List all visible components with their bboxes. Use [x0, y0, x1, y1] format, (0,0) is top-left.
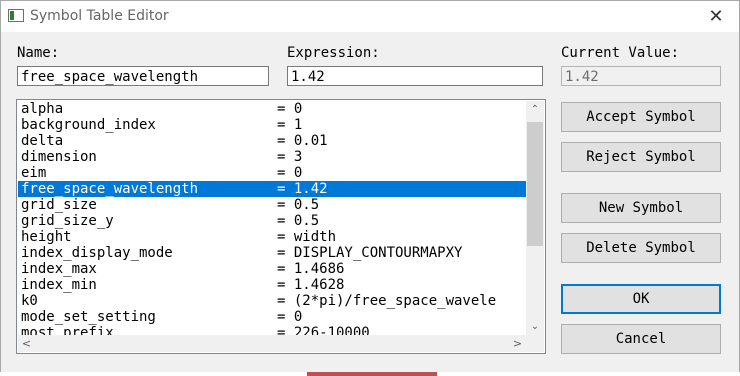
taskbar-indicator [307, 372, 437, 376]
cancel-button[interactable]: Cancel [561, 324, 721, 354]
symbol-row[interactable]: free_space_wavelength = 1.42 [18, 181, 526, 197]
name-label: Name: [17, 45, 60, 61]
symbol-value: = 0.5 [277, 197, 320, 213]
symbol-name: delta [21, 133, 64, 149]
scroll-up-icon[interactable]: ⌃ [526, 101, 544, 118]
symbol-name: dimension [21, 149, 97, 165]
expression-label: Expression: [287, 45, 380, 61]
current-value-field: 1.42 [561, 66, 721, 86]
scrollbar-corner [526, 335, 544, 352]
symbol-name: free_space_wavelength [21, 181, 199, 197]
new-symbol-button[interactable]: New Symbol [561, 193, 721, 223]
ok-button[interactable]: OK [561, 284, 721, 314]
scroll-left-icon[interactable]: < [18, 335, 35, 352]
symbol-name: eim [21, 165, 47, 181]
symbol-list[interactable]: alpha = 0 background_index = 1 delta = 0.01 di… [16, 99, 546, 354]
app-window-icon [8, 9, 24, 22]
symbol-value: = 0 [277, 165, 303, 181]
current-value-label: Current Value: [561, 45, 680, 61]
symbol-value: = 1.4628 [277, 277, 345, 293]
name-field[interactable]: free_space_wavelength [17, 66, 269, 86]
symbol-row[interactable]: index_min = 1.4628 [18, 277, 526, 293]
scroll-right-icon[interactable]: > [509, 335, 526, 352]
vertical-scrollbar[interactable]: ⌃ ⌄ [526, 101, 544, 335]
symbol-row[interactable]: index_display_mode = DISPLAY_CONTOURMAPXY [18, 245, 526, 261]
reject-symbol-button[interactable]: Reject Symbol [561, 142, 721, 172]
symbol-row[interactable]: grid_size_y = 0.5 [18, 213, 526, 229]
symbol-name: grid_size [21, 197, 97, 213]
symbol-row[interactable]: dimension = 3 [18, 149, 526, 165]
symbol-value: = width [277, 229, 337, 245]
symbol-list-rows: alpha = 0 background_index = 1 delta = 0.01 di… [18, 101, 526, 335]
symbol-name: index_max [21, 261, 97, 277]
symbol-name: grid_size_y [21, 213, 114, 229]
symbol-name: most_prefix [21, 325, 114, 335]
symbol-value: = 0 [277, 101, 303, 117]
symbol-row[interactable]: eim = 0 [18, 165, 526, 181]
horizontal-scrollbar[interactable]: < > [18, 335, 526, 352]
symbol-row[interactable]: alpha = 0 [18, 101, 526, 117]
symbol-name: alpha [21, 101, 64, 117]
symbol-row[interactable]: k0 = (2*pi)/free_space_wavele [18, 293, 526, 309]
symbol-value: = 1 [277, 117, 303, 133]
symbol-row[interactable]: index_max = 1.4686 [18, 261, 526, 277]
taskbar-edge [0, 372, 740, 376]
scroll-down-icon[interactable]: ⌄ [526, 318, 544, 335]
symbol-row[interactable]: most_prefix = 226-10000 [18, 325, 526, 335]
symbol-name: index_display_mode [21, 245, 173, 261]
delete-symbol-button[interactable]: Delete Symbol [561, 233, 721, 263]
symbol-value: = 0.5 [277, 213, 320, 229]
symbol-value: = 1.42 [277, 181, 328, 197]
symbol-row[interactable]: mode_set_setting = 0 [18, 309, 526, 325]
symbol-value: = 226-10000 [277, 325, 370, 335]
symbol-row[interactable]: height = width [18, 229, 526, 245]
symbol-table-editor-window: Symbol Table Editor ✕ Name: Expression: … [0, 0, 740, 374]
window-title: Symbol Table Editor [30, 8, 169, 24]
accept-symbol-button[interactable]: Accept Symbol [561, 102, 721, 132]
vertical-scroll-thumb[interactable] [527, 122, 543, 246]
symbol-name: index_min [21, 277, 97, 293]
symbol-name: height [21, 229, 72, 245]
close-icon[interactable]: ✕ [693, 1, 739, 32]
expression-field[interactable]: 1.42 [287, 66, 543, 86]
symbol-name: background_index [21, 117, 156, 133]
symbol-value: = 0 [277, 309, 303, 325]
symbol-value: = 3 [277, 149, 303, 165]
symbol-row[interactable]: delta = 0.01 [18, 133, 526, 149]
title-bar[interactable]: Symbol Table Editor ✕ [1, 1, 739, 32]
symbol-row[interactable]: grid_size = 0.5 [18, 197, 526, 213]
symbol-value: = 1.4686 [277, 261, 345, 277]
symbol-value: = DISPLAY_CONTOURMAPXY [277, 245, 463, 261]
symbol-name: k0 [21, 293, 38, 309]
symbol-value: = 0.01 [277, 133, 328, 149]
symbol-value: = (2*pi)/free_space_wavele [277, 293, 497, 309]
symbol-name: mode_set_setting [21, 309, 156, 325]
symbol-row[interactable]: background_index = 1 [18, 117, 526, 133]
